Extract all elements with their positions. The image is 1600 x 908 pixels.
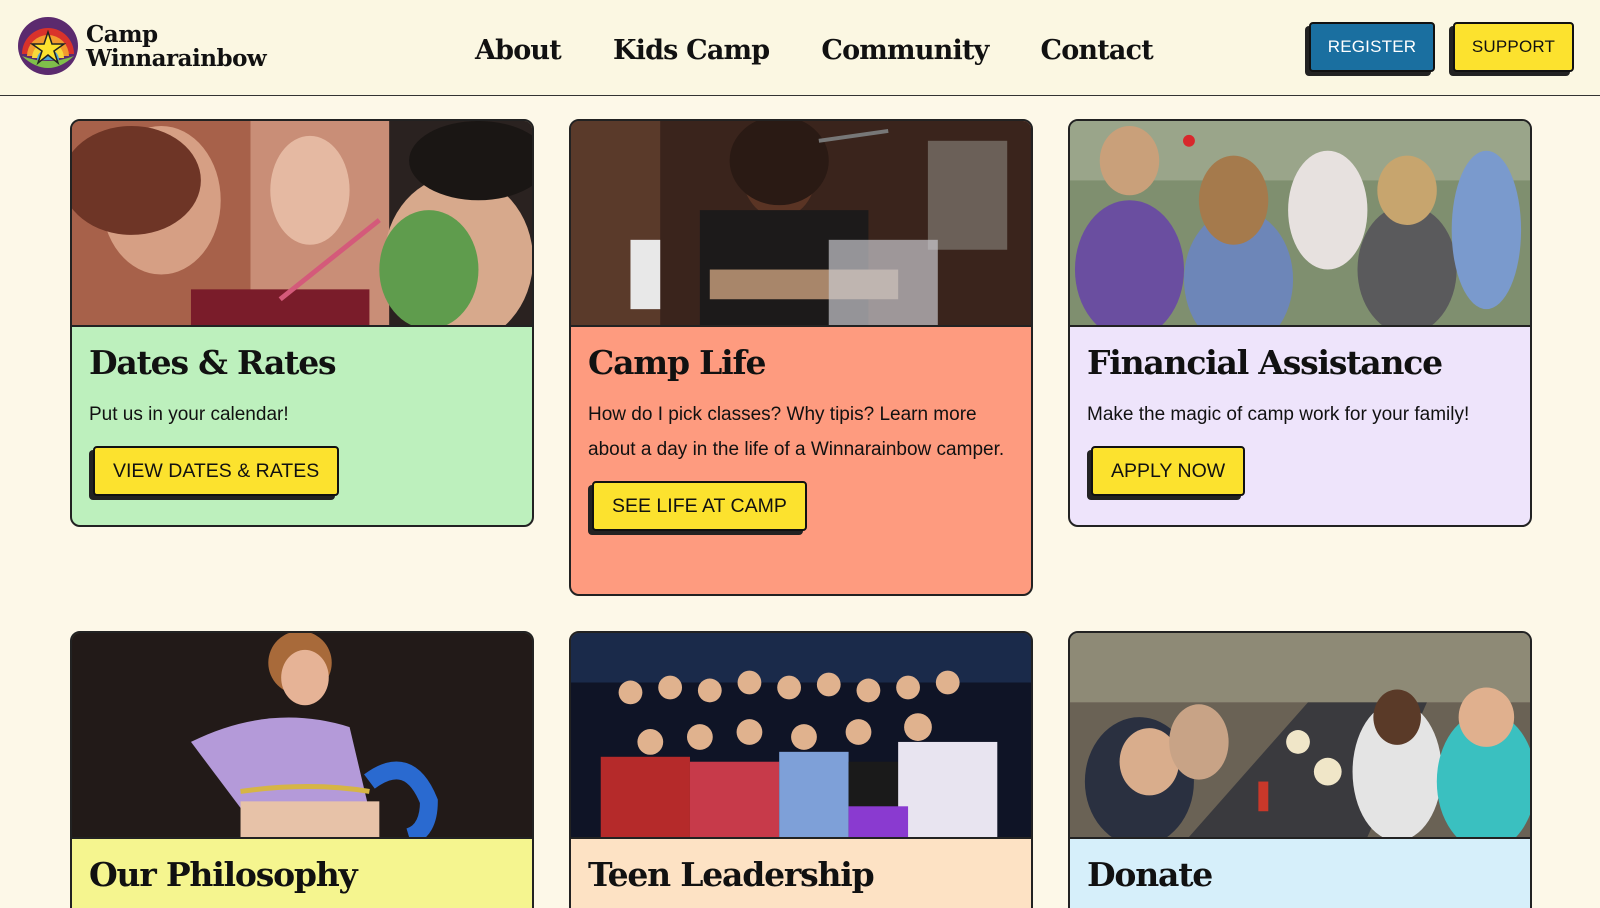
- card-teen-leadership: Teen Leadership: [569, 631, 1033, 908]
- nav-kids-camp[interactable]: Kids Camp: [613, 35, 770, 66]
- card-title: Camp Life: [588, 343, 766, 382]
- support-button[interactable]: SUPPORT: [1453, 22, 1574, 72]
- see-life-at-camp-button[interactable]: SEE LIFE AT CAMP: [592, 481, 807, 531]
- card-title: Donate: [1087, 855, 1213, 894]
- card-our-philosophy: Our Philosophy: [70, 631, 534, 908]
- card-text: Make the magic of camp work for your fam…: [1087, 404, 1470, 425]
- card-camp-life: Camp Life How do I pick classes? Why tip…: [569, 119, 1033, 596]
- rainbow-star-icon: [16, 14, 80, 81]
- main-nav: About Kids Camp Community Contact: [475, 28, 1205, 72]
- nav-about[interactable]: About: [475, 35, 562, 66]
- dancing-child-photo: [72, 633, 532, 839]
- nav-community[interactable]: Community: [821, 35, 989, 66]
- card-financial-assistance: Financial Assistance Make the magic of c…: [1068, 119, 1532, 527]
- register-button[interactable]: REGISTER: [1309, 22, 1435, 72]
- apply-now-button[interactable]: APPLY NOW: [1091, 446, 1246, 496]
- card-title: Teen Leadership: [588, 855, 875, 894]
- dinner-table-photo: [1070, 633, 1530, 839]
- ukulele-performer-photo: [571, 121, 1031, 327]
- nav-contact[interactable]: Contact: [1041, 35, 1154, 66]
- card-title: Our Philosophy: [89, 855, 358, 894]
- card-donate: Donate: [1068, 631, 1532, 908]
- logo-wordmark: Camp Winnarainbow: [86, 21, 267, 72]
- logo-line-2: Winnarainbow: [86, 45, 267, 72]
- site-header: Camp Winnarainbow About Kids Camp Commun…: [0, 0, 1600, 96]
- card-title: Financial Assistance: [1087, 343, 1443, 382]
- site-logo[interactable]: Camp Winnarainbow: [16, 14, 267, 81]
- face-painting-photo: [72, 121, 532, 327]
- card-text: How do I pick classes? Why tipis? Learn …: [588, 404, 1005, 460]
- kids-circle-photo: [1070, 121, 1530, 327]
- view-dates-rates-button[interactable]: VIEW DATES & RATES: [93, 446, 340, 496]
- logo-line-1: Camp: [86, 21, 158, 48]
- card-dates-rates: Dates & Rates Put us in your calendar! V…: [70, 119, 534, 527]
- card-text: Put us in your calendar!: [89, 404, 289, 425]
- card-title: Dates & Rates: [89, 343, 337, 382]
- teen-group-photo: [571, 633, 1031, 839]
